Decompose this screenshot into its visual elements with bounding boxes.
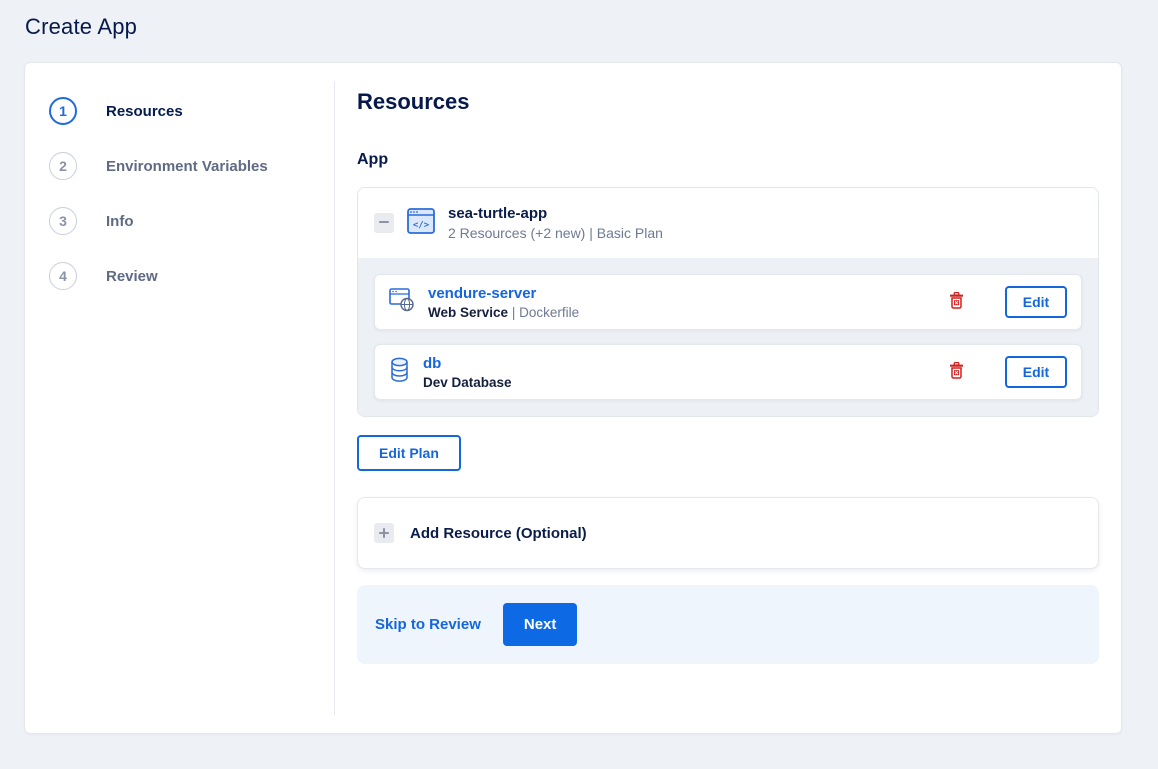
resource-name-link[interactable]: db <box>423 355 512 372</box>
app-group-header: </> sea-turtle-app 2 Resources (+2 new) … <box>358 188 1098 258</box>
stepper-step-review[interactable]: 4 Review <box>49 262 334 290</box>
resource-row: db Dev Database Edit <box>374 344 1082 400</box>
app-window-code-icon: </> <box>407 207 435 239</box>
app-name: sea-turtle-app <box>448 205 548 222</box>
resource-titles: vendure-server Web Service | Dockerfile <box>428 285 579 320</box>
step-label: Info <box>106 212 134 230</box>
wizard-footer: Skip to Review Next <box>357 585 1099 664</box>
page-title: Create App <box>25 14 138 39</box>
step-label: Environment Variables <box>106 157 268 175</box>
wizard-stepper: 1 Resources 2 Environment Variables 3 In… <box>25 81 335 715</box>
collapse-app-button[interactable] <box>374 213 394 233</box>
next-button[interactable]: Next <box>502 603 578 646</box>
step-number-badge: 4 <box>49 262 77 290</box>
minus-icon <box>378 216 390 231</box>
edit-resource-button[interactable]: Edit <box>1005 356 1067 388</box>
step-number-badge: 2 <box>49 152 77 180</box>
browser-globe-icon <box>389 287 415 317</box>
database-cylinder-icon <box>389 357 410 388</box>
trash-icon <box>949 291 964 312</box>
edit-plan-button[interactable]: Edit Plan <box>357 435 461 471</box>
resource-subtitle: Web Service | Dockerfile <box>428 305 579 320</box>
step-number-badge: 1 <box>49 97 77 125</box>
resource-detail: | Dockerfile <box>511 304 580 320</box>
plus-icon <box>374 523 394 543</box>
trash-icon <box>949 361 964 382</box>
step-label: Resources <box>106 102 183 120</box>
app-group-body: vendure-server Web Service | Dockerfile <box>358 258 1098 416</box>
resource-type: Web Service <box>428 304 509 320</box>
step-number-badge: 3 <box>49 207 77 235</box>
resource-subtitle: Dev Database <box>423 375 512 390</box>
svg-text:</>: </> <box>413 220 430 230</box>
app-titles: sea-turtle-app 2 Resources (+2 new) | Ba… <box>448 205 663 241</box>
resources-step-content: Resources App </> sea-turtle-app 2 Resou… <box>335 63 1121 733</box>
app-section-label: App <box>357 151 389 168</box>
create-app-card: 1 Resources 2 Environment Variables 3 In… <box>24 62 1122 734</box>
resource-row: vendure-server Web Service | Dockerfile <box>374 274 1082 330</box>
app-summary: 2 Resources (+2 new) | Basic Plan <box>448 225 663 241</box>
delete-resource-button[interactable] <box>945 288 968 316</box>
resource-name-link[interactable]: vendure-server <box>428 285 579 302</box>
content-heading: Resources <box>357 89 470 114</box>
edit-resource-button[interactable]: Edit <box>1005 286 1067 318</box>
stepper-step-info[interactable]: 3 Info <box>49 207 334 235</box>
stepper-step-resources[interactable]: 1 Resources <box>49 97 334 125</box>
resource-type: Dev Database <box>423 374 512 390</box>
add-resource-expander[interactable]: Add Resource (Optional) <box>357 497 1099 569</box>
add-resource-label: Add Resource (Optional) <box>410 524 587 542</box>
delete-resource-button[interactable] <box>945 358 968 386</box>
app-group-card: </> sea-turtle-app 2 Resources (+2 new) … <box>357 187 1099 417</box>
resource-titles: db Dev Database <box>423 355 512 390</box>
skip-to-review-link[interactable]: Skip to Review <box>375 616 481 633</box>
step-label: Review <box>106 267 158 285</box>
stepper-step-environment-variables[interactable]: 2 Environment Variables <box>49 152 334 180</box>
